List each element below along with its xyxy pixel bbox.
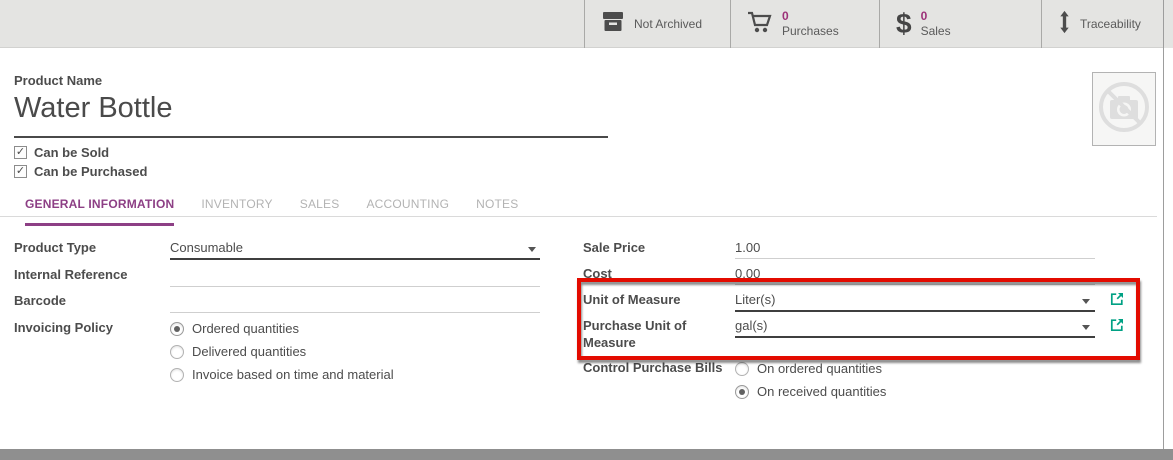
radio-ordered-quantities[interactable] <box>170 322 184 336</box>
purchases-count: 0 <box>782 9 839 24</box>
check-icon: ✓ <box>16 146 25 158</box>
tab-sales[interactable]: SALES <box>300 197 340 226</box>
window-right-gutter <box>1164 0 1173 48</box>
product-type-underline <box>170 258 540 260</box>
internal-reference-underline <box>170 286 540 287</box>
control-purchase-bills-label: Control Purchase Bills <box>583 360 731 377</box>
radio-label: On received quantities <box>757 384 886 399</box>
chevron-down-icon[interactable] <box>1082 299 1090 304</box>
radio-delivered-quantities[interactable] <box>170 345 184 359</box>
purchases-button[interactable]: 0 Purchases <box>730 0 879 48</box>
purchase-uom-select[interactable]: gal(s) <box>735 318 768 333</box>
cost-label: Cost <box>583 266 731 283</box>
cart-icon <box>747 10 773 39</box>
product-image-placeholder[interactable] <box>1092 72 1156 146</box>
tab-notes[interactable]: NOTES <box>476 197 518 226</box>
can-be-sold-label: Can be Sold <box>34 145 109 160</box>
unit-of-measure-label: Unit of Measure <box>583 292 731 309</box>
notebook-tabs: GENERAL INFORMATION INVENTORY SALES ACCO… <box>25 197 518 226</box>
chevron-down-icon[interactable] <box>1082 325 1090 330</box>
dollar-icon: $ <box>896 10 912 38</box>
barcode-label: Barcode <box>14 293 164 308</box>
radio-delivered-quantities-row: Delivered quantities <box>170 344 306 359</box>
radio-invoice-time-material[interactable] <box>170 368 184 382</box>
sale-price-input[interactable]: 1.00 <box>735 240 760 255</box>
radio-label: Ordered quantities <box>192 321 299 336</box>
sale-price-underline <box>735 258 1095 259</box>
chevron-down-icon[interactable] <box>528 247 536 252</box>
product-name-label: Product Name <box>14 73 102 88</box>
radio-ordered-quantities-row: Ordered quantities <box>170 321 299 336</box>
tabbar-divider <box>0 216 1157 217</box>
window-bottom-edge <box>0 449 1173 460</box>
updown-arrow-icon <box>1058 9 1071 40</box>
external-link-icon[interactable] <box>1110 318 1124 337</box>
radio-time-material-row: Invoice based on time and material <box>170 367 394 382</box>
external-link-icon[interactable] <box>1110 292 1124 311</box>
can-be-sold-row: ✓ Can be Sold <box>14 145 109 160</box>
product-name-underline <box>14 136 608 138</box>
unit-of-measure-select[interactable]: Liter(s) <box>735 292 775 307</box>
purchases-label: Purchases <box>782 24 839 38</box>
tab-general-information[interactable]: GENERAL INFORMATION <box>25 197 174 226</box>
barcode-underline <box>170 312 540 313</box>
not-archived-button[interactable]: Not Archived <box>584 0 730 48</box>
radio-on-received-row: On received quantities <box>735 384 886 399</box>
radio-on-ordered-row: On ordered quantities <box>735 361 882 376</box>
radio-label: Delivered quantities <box>192 344 306 359</box>
no-camera-icon <box>1097 80 1151 139</box>
check-icon: ✓ <box>16 165 25 177</box>
purchase-uom-label: Purchase Unit of Measure <box>583 318 731 352</box>
radio-label: On ordered quantities <box>757 361 882 376</box>
not-archived-label: Not Archived <box>634 17 702 32</box>
cost-input[interactable]: 0.00 <box>735 266 760 281</box>
can-be-purchased-row: ✓ Can be Purchased <box>14 164 147 179</box>
tab-inventory[interactable]: INVENTORY <box>201 197 272 226</box>
stat-button-group: Not Archived 0 Purchases $ 0 Sales Trace… <box>584 0 1163 48</box>
sales-button[interactable]: $ 0 Sales <box>879 0 1041 48</box>
product-type-label: Product Type <box>14 240 164 255</box>
invoicing-policy-label: Invoicing Policy <box>14 320 164 335</box>
sale-price-label: Sale Price <box>583 240 731 257</box>
traceability-label: Traceability <box>1080 17 1141 32</box>
can-be-purchased-checkbox[interactable]: ✓ <box>14 165 27 178</box>
purchase-uom-underline <box>735 336 1095 338</box>
unit-of-measure-underline <box>735 310 1095 312</box>
cost-underline <box>735 284 1095 285</box>
product-name-input[interactable]: Water Bottle <box>14 92 172 125</box>
can-be-purchased-label: Can be Purchased <box>34 164 147 179</box>
radio-label: Invoice based on time and material <box>192 367 394 382</box>
radio-on-received-quantities[interactable] <box>735 385 749 399</box>
window-right-border <box>1163 0 1164 449</box>
internal-reference-label: Internal Reference <box>14 267 164 282</box>
sales-label: Sales <box>921 24 951 38</box>
radio-on-ordered-quantities[interactable] <box>735 362 749 376</box>
topbar: Not Archived 0 Purchases $ 0 Sales Trace… <box>0 0 1173 48</box>
traceability-button[interactable]: Traceability <box>1041 0 1163 48</box>
can-be-sold-checkbox[interactable]: ✓ <box>14 146 27 159</box>
tab-accounting[interactable]: ACCOUNTING <box>366 197 449 226</box>
sales-count: 0 <box>921 9 951 24</box>
archive-icon <box>601 11 625 38</box>
product-type-select[interactable]: Consumable <box>170 240 243 255</box>
